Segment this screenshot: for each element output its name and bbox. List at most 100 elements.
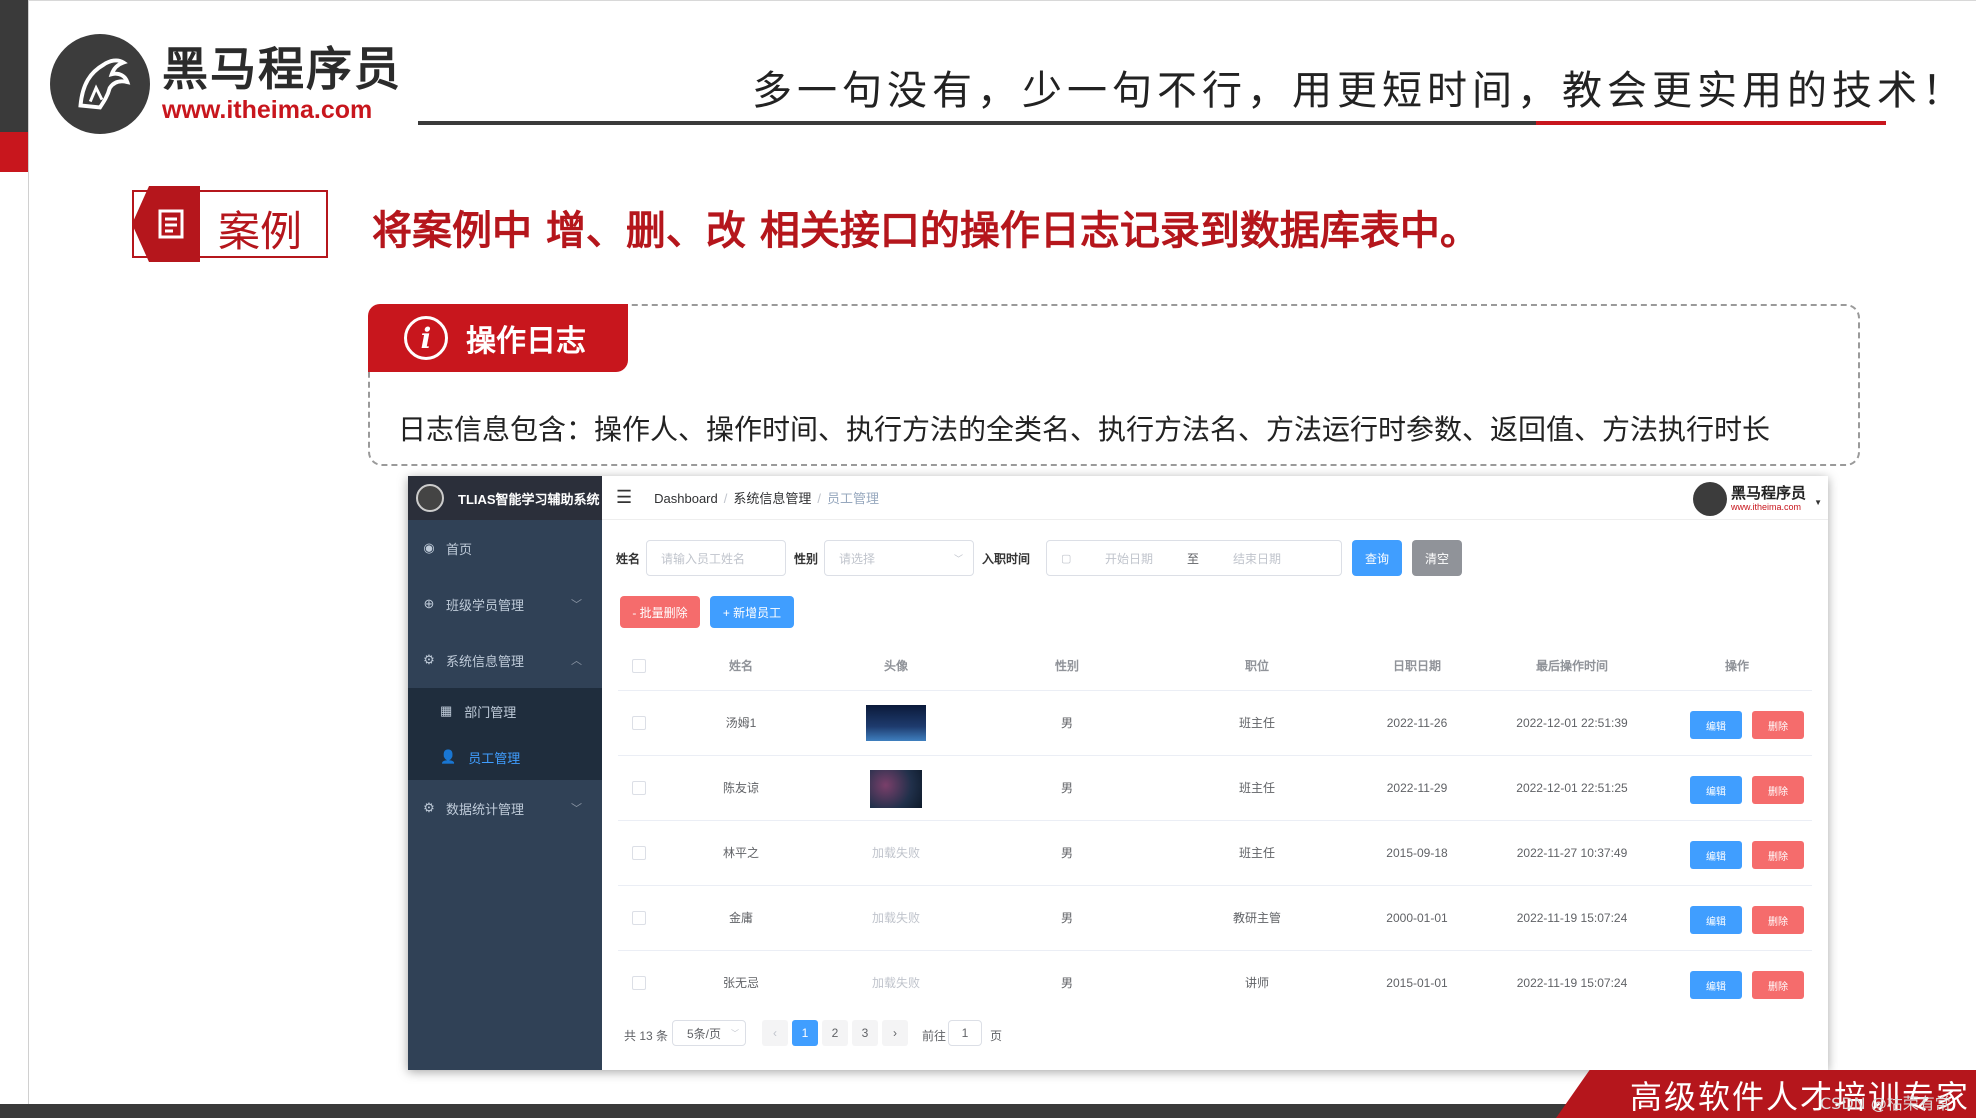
cell-entry-date: 2000-01-01 xyxy=(1386,911,1448,925)
sidebar-item-label: 首页 xyxy=(446,541,473,557)
gender-select[interactable]: 请选择 ﹀ xyxy=(824,540,974,576)
clear-button[interactable]: 清空 xyxy=(1412,540,1462,576)
app-screenshot: TLIAS智能学习辅助系统 ◉ 首页 ⊕ 班级学员管理 ﹀ ⚙ 系统信息管理 ︿… xyxy=(408,476,1828,1070)
page-button[interactable]: 2 xyxy=(822,1020,848,1046)
user-icon: 👤 xyxy=(440,749,457,764)
batch-delete-button[interactable]: - 批量删除 xyxy=(620,596,700,628)
page-suffix: 页 xyxy=(990,1029,1003,1043)
row-checkbox[interactable] xyxy=(632,976,646,990)
header-brand-logo[interactable]: 黑马程序员 www.itheima.com xyxy=(1692,482,1806,516)
goto-label: 前往 xyxy=(922,1029,947,1043)
caret-down-icon[interactable]: ▼ xyxy=(1814,498,1822,507)
brand-url: www.itheima.com xyxy=(162,96,373,124)
avatar-load-failed: 加载失败 xyxy=(871,976,920,990)
topbar: ☰ Dashboard / 系统信息管理 / 员工管理 黑马程序员 www.itheim… xyxy=(602,476,1828,520)
horse-logo-icon xyxy=(50,34,150,134)
sidebar-item-stats[interactable]: ⚙ 数据统计管理 ﹀ xyxy=(408,780,602,836)
column-header: 头像 xyxy=(883,659,908,673)
sidebar-item-label: 数据统计管理 xyxy=(446,801,525,817)
delete-button[interactable]: 删除 xyxy=(1752,841,1804,869)
calendar-icon: ▢ xyxy=(1061,552,1072,565)
cell-update-time: 2022-11-19 15:07:24 xyxy=(1516,911,1628,925)
row-checkbox[interactable] xyxy=(632,846,646,860)
search-form: 姓名 请输入员工姓名 性别 请选择 ﹀ 入职时间 ▢ 开始日期 至 结束日期 查… xyxy=(602,538,1828,578)
date-label: 入职时间 xyxy=(982,552,1031,566)
header-brand-url: www.itheima.com xyxy=(1730,502,1802,512)
sidebar-item-employee[interactable]: 👤 员工管理 xyxy=(408,734,602,780)
slide-left-border xyxy=(28,0,29,1118)
edit-button[interactable]: 编辑 xyxy=(1690,906,1742,934)
case-label: 案例 xyxy=(218,207,303,256)
edit-button[interactable]: 编辑 xyxy=(1690,776,1742,804)
chevron-down-icon: ﹀ xyxy=(571,803,582,815)
gear-icon: ⚙ xyxy=(423,652,435,667)
sidebar-header: TLIAS智能学习辅助系统 xyxy=(408,476,602,520)
start-date-placeholder: 开始日期 xyxy=(1105,551,1154,566)
delete-button[interactable]: 删除 xyxy=(1752,776,1804,804)
page-button[interactable]: 1 xyxy=(792,1020,818,1046)
cell-update-time: 2022-12-01 22:51:39 xyxy=(1516,716,1628,730)
delete-button[interactable]: 删除 xyxy=(1752,906,1804,934)
plus-circle-icon: ⊕ xyxy=(423,596,435,611)
sidebar-item-class[interactable]: ⊕ 班级学员管理 ﹀ xyxy=(408,576,602,632)
edit-button[interactable]: 编辑 xyxy=(1690,711,1742,739)
page-button[interactable]: 3 xyxy=(852,1020,878,1046)
avatar-load-failed: 加载失败 xyxy=(871,911,920,925)
sidebar-item-label: 部门管理 xyxy=(464,704,517,720)
row-checkbox[interactable] xyxy=(632,911,646,925)
delete-button[interactable]: 删除 xyxy=(1752,711,1804,739)
column-header: 操作 xyxy=(1724,659,1749,673)
date-range-picker[interactable]: ▢ 开始日期 至 结束日期 xyxy=(1046,540,1342,576)
delete-button[interactable]: 删除 xyxy=(1752,971,1804,999)
row-checkbox[interactable] xyxy=(632,716,646,730)
chevron-down-icon: ﹀ xyxy=(571,599,582,611)
info-text: 日志信息包含：操作人、操作时间、执行方法的全类名、执行方法名、方法运行时参数、返… xyxy=(398,413,1771,446)
info-tab-label: 操作日志 xyxy=(466,324,586,359)
chevron-down-icon: ﹀ xyxy=(731,1028,739,1038)
pagination: 共 13 条 5条/页 ﹀ ‹ 1 2 3 › 前往 1 页 xyxy=(618,1020,1218,1052)
sidebar-item-label: 员工管理 xyxy=(468,750,521,766)
name-input[interactable]: 请输入员工姓名 xyxy=(646,540,786,576)
next-page-button[interactable]: › xyxy=(882,1020,908,1046)
select-all-checkbox[interactable] xyxy=(632,659,646,673)
range-separator: 至 xyxy=(1187,551,1200,566)
info-tab: i 操作日志 xyxy=(368,304,628,372)
prev-page-button[interactable]: ‹ xyxy=(762,1020,788,1046)
cell-update-time: 2022-11-19 15:07:24 xyxy=(1516,976,1628,990)
cell-entry-date: 2022-11-26 xyxy=(1386,716,1448,730)
avatar-image xyxy=(866,705,926,741)
add-employee-button[interactable]: + 新增员工 xyxy=(710,596,794,628)
column-header: 最后操作时间 xyxy=(1535,659,1608,673)
grid-icon: ▦ xyxy=(440,703,453,718)
gear-icon: ⚙ xyxy=(423,800,435,815)
row-checkbox[interactable] xyxy=(632,781,646,795)
info-icon: i xyxy=(404,316,448,360)
slogan-underline-accent xyxy=(1536,121,1886,125)
slogan: 多一句没有，少一句不行，用更短时间，教会更实用的技术！ xyxy=(752,68,1967,114)
edit-button[interactable]: 编辑 xyxy=(1690,971,1742,999)
slide-left-accent-red xyxy=(0,132,28,172)
breadcrumb-item[interactable]: 系统信息管理 xyxy=(733,491,811,506)
cell-job: 教研主管 xyxy=(1232,911,1281,925)
watermark: CSDN @枯荣有常 xyxy=(1820,1094,1951,1113)
sidebar-item-dept[interactable]: ▦ 部门管理 xyxy=(408,688,602,734)
cell-name: 陈友谅 xyxy=(722,781,759,795)
sidebar-item-system[interactable]: ⚙ 系统信息管理 ︿ xyxy=(408,632,602,688)
cell-gender: 男 xyxy=(1060,911,1073,925)
cell-update-time: 2022-12-01 22:51:25 xyxy=(1516,781,1628,795)
page-size-select[interactable]: 5条/页 ﹀ xyxy=(672,1020,746,1046)
cell-job: 讲师 xyxy=(1244,976,1269,990)
sidebar-item-label: 班级学员管理 xyxy=(446,597,525,613)
sidebar-item-home[interactable]: ◉ 首页 xyxy=(408,520,602,576)
cell-gender: 男 xyxy=(1060,716,1073,730)
table-row: 金庸 加载失败 男 教研主管 2000-01-01 2022-11-19 15:… xyxy=(618,885,1812,950)
table-row: 陈友谅 男 班主任 2022-11-29 2022-12-01 22:51:25… xyxy=(618,755,1812,820)
breadcrumb-item[interactable]: Dashboard xyxy=(654,491,718,506)
query-button[interactable]: 查询 xyxy=(1352,540,1402,576)
brand-logo: 黑马程序员 www.itheima.com xyxy=(50,34,402,134)
edit-button[interactable]: 编辑 xyxy=(1690,841,1742,869)
goto-page-input[interactable]: 1 xyxy=(948,1020,982,1046)
end-date-placeholder: 结束日期 xyxy=(1233,551,1282,566)
cell-job: 班主任 xyxy=(1238,846,1275,860)
menu-toggle-icon[interactable]: ☰ xyxy=(616,487,632,508)
